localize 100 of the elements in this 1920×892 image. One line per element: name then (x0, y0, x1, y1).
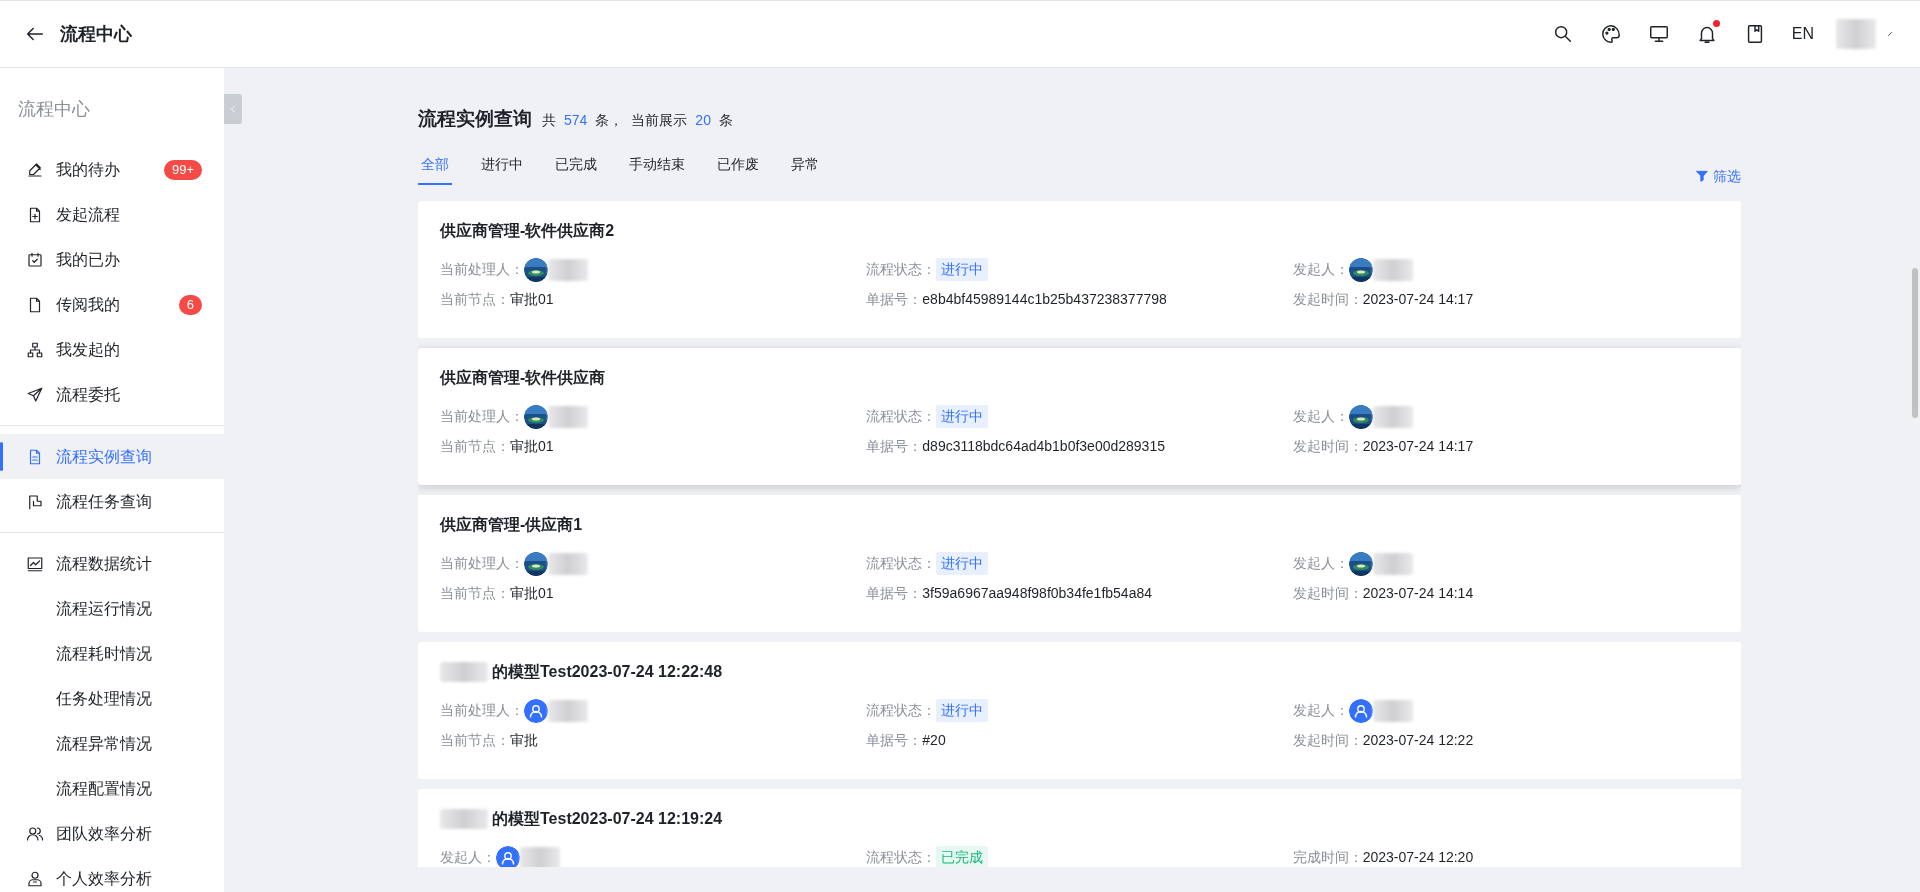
sidebar-icon (26, 554, 44, 573)
card-title: 供应商管理-软件供应商2 (440, 220, 615, 241)
sidebar-item[interactable]: 我的待办 99+ (0, 147, 224, 192)
sidebar-icon (26, 385, 44, 404)
palette-icon[interactable] (1599, 23, 1622, 45)
sidebar-icon (26, 340, 44, 359)
sidebar-item[interactable]: 个人效率分析 (0, 856, 224, 892)
field-value: 2023-07-24 14:17 (1362, 437, 1474, 456)
field-value: 3f59a6967aa948f98f0b34fe1fb54a84 (922, 584, 1152, 603)
field-label: 发起人： (1292, 701, 1349, 720)
tab[interactable]: 手动结束 (626, 149, 688, 185)
field-label: 当前节点： (440, 437, 510, 456)
sidebar-subitem[interactable]: 任务处理情况 (0, 676, 224, 721)
sidebar-item[interactable]: 发起流程 (0, 192, 224, 237)
filter-icon (1695, 169, 1709, 183)
sidebar-subitem[interactable]: 流程耗时情况 (0, 631, 224, 676)
redacted-name (1372, 699, 1413, 722)
redacted-name (548, 258, 588, 281)
collapse-handle[interactable] (224, 94, 242, 124)
status-tag: 进行中 (936, 258, 989, 281)
field-label: 单据号： (866, 731, 923, 750)
sidebar-item[interactable]: 流程任务查询 (0, 479, 224, 524)
sidebar-icon (26, 250, 44, 269)
field-value: 审批01 (510, 290, 554, 309)
field-label: 发起人： (1292, 260, 1349, 279)
field-label: 当前节点： (440, 584, 510, 603)
field-label: 流程状态： (866, 554, 937, 573)
sidebar-subitem[interactable]: 流程异常情况 (0, 721, 224, 766)
sidebar-icon (26, 160, 44, 179)
count-label: 共 (542, 111, 556, 130)
card-title: 的模型Test2023-07-24 12:22:48 (492, 661, 723, 682)
field-label: 当前节点： (440, 731, 510, 750)
scrollbar-thumb[interactable] (1912, 268, 1918, 418)
field-value: 2023-07-24 12:20 (1362, 848, 1474, 867)
sidebar-icon (26, 492, 44, 511)
monitor-icon[interactable] (1647, 23, 1670, 45)
field-value: 审批01 (510, 437, 554, 456)
field-label: 完成时间： (1292, 848, 1363, 867)
redacted-name (1372, 405, 1413, 428)
tab[interactable]: 全部 (418, 149, 452, 185)
redacted-name (548, 552, 588, 575)
sidebar-subitem[interactable]: 流程运行情况 (0, 586, 224, 631)
status-tag: 已完成 (936, 846, 989, 867)
status-tag: 进行中 (936, 699, 989, 722)
count-badge: 99+ (163, 159, 202, 180)
field-value: d89c3118bdc64ad4b1b0f3e00d289315 (922, 437, 1165, 456)
field-label: 发起时间： (1292, 731, 1363, 750)
field-label: 流程状态： (866, 260, 937, 279)
process-card[interactable]: 供应商管理-软件供应商 当前处理人： 流程状态： 进行中 发起人： 当前节点：审批01 单据号：d89c3118bdc64ad4b1b0f3e00d289315 发起时间：2023-07-24 14:17 (418, 347, 1741, 485)
field-value: 2023-07-24 14:17 (1362, 290, 1474, 309)
redacted-name (1372, 552, 1413, 575)
redacted-name (520, 846, 560, 867)
sidebar-item[interactable]: 传阅我的 6 (0, 282, 224, 327)
count-label: 条， (595, 111, 624, 130)
sidebar-icon (26, 869, 44, 888)
sidebar-item[interactable]: 团队效率分析 (0, 811, 224, 856)
filter-button[interactable]: 筛选 (1695, 165, 1741, 187)
sidebar-item[interactable]: 我的已办 (0, 237, 224, 282)
field-value: 审批01 (510, 584, 554, 603)
tab[interactable]: 进行中 (478, 149, 526, 185)
field-label: 单据号： (866, 584, 923, 603)
field-label: 流程状态： (866, 701, 937, 720)
count-value: 574 (564, 111, 588, 130)
field-label: 当前处理人： (440, 407, 524, 426)
field-label: 当前处理人： (440, 260, 524, 279)
count-badge: 6 (178, 294, 202, 315)
sidebar-subitem[interactable]: 流程配置情况 (0, 766, 224, 811)
field-value: 2023-07-24 14:14 (1362, 584, 1474, 603)
redacted-name (548, 405, 588, 428)
tab[interactable]: 已作废 (714, 149, 762, 185)
sidebar-item[interactable]: 我发起的 (0, 327, 224, 372)
sidebar-title: 流程中心 (17, 98, 91, 121)
tab[interactable]: 已完成 (552, 149, 600, 185)
sidebar-icon (26, 824, 44, 843)
field-label: 流程状态： (866, 848, 937, 867)
field-label: 发起时间： (1292, 290, 1363, 309)
page-title: 流程实例查询 (418, 107, 532, 131)
language-button[interactable]: EN (1791, 22, 1814, 46)
sidebar-item[interactable]: 流程委托 (0, 372, 224, 417)
tab[interactable]: 异常 (788, 149, 822, 185)
field-label: 当前处理人： (440, 554, 524, 573)
field-label: 流程状态： (866, 407, 937, 426)
field-value: 2023-07-24 12:22 (1362, 731, 1474, 750)
sidebar-item[interactable]: 流程实例查询 (0, 434, 224, 479)
field-value: 审批 (510, 731, 538, 750)
field-label: 单据号： (866, 437, 923, 456)
field-label: 单据号： (866, 290, 923, 309)
field-label: 发起人： (1292, 554, 1349, 573)
count-label: 当前展示 (631, 111, 688, 130)
process-card[interactable]: 的模型Test2023-07-24 12:22:48 当前处理人： 流程状态： 进行中 发起人： 当前节点：审批 单据号：#20 发起时间：2023-07-24 12:22 (418, 641, 1741, 779)
field-label: 当前节点： (440, 290, 510, 309)
count-value: 20 (695, 111, 711, 130)
process-card[interactable]: 的模型Test2023-07-24 12:19:24 发起人： 流程状态： 已完成 完成时间：2023-07-24 12:20 (418, 788, 1741, 867)
status-tag: 进行中 (936, 552, 989, 575)
process-card[interactable]: 供应商管理-供应商1 当前处理人： 流程状态： 进行中 发起人： 当前节点：审批01 单据号：3f59a6967aa948f98f0b34fe1fb54a84 发起时间：2023-07-24 14:14 (418, 494, 1741, 632)
field-label: 发起人： (1292, 407, 1349, 426)
process-card[interactable]: 供应商管理-软件供应商2 当前处理人： 流程状态： 进行中 发起人： 当前节点：审批01 单据号：e8b4bf45989144c1b25b437238377798 发起时间：2023-07-24 14:17 (418, 200, 1741, 338)
field-label: 发起时间： (1292, 584, 1363, 603)
sidebar-item[interactable]: 流程数据统计 (0, 541, 224, 586)
redacted-name (1372, 258, 1413, 281)
